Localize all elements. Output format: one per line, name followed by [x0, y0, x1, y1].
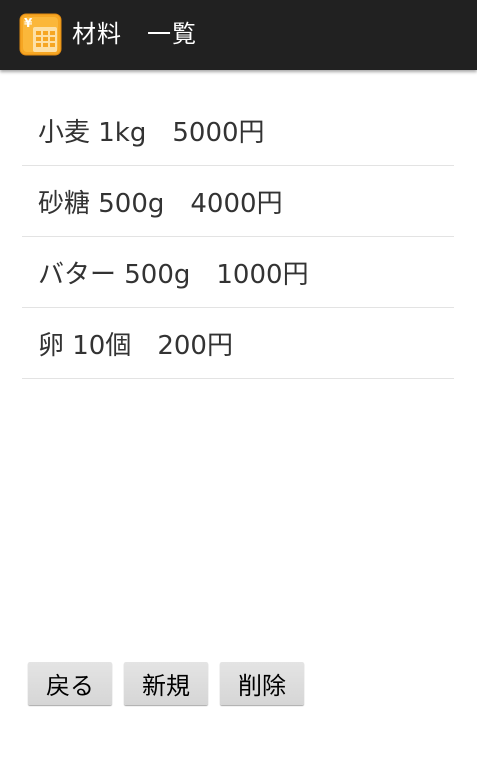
list-item[interactable]: 小麦 1kg 5000円 — [22, 95, 454, 166]
calculator-yen-icon: ¥ — [19, 13, 62, 56]
action-bar: ¥ 材料 一覧 — [0, 0, 477, 70]
list-item-label: 砂糖 500g 4000円 — [38, 188, 283, 219]
list-item-label: 小麦 1kg 5000円 — [38, 117, 265, 148]
list-item[interactable]: 砂糖 500g 4000円 — [22, 166, 454, 237]
list-item-label: バター 500g 1000円 — [38, 259, 309, 290]
list-item[interactable]: 卵 10個 200円 — [22, 308, 454, 379]
button-row: 戻る 新規 削除 — [28, 662, 304, 705]
list-item-label: 卵 10個 200円 — [38, 330, 233, 361]
new-button[interactable]: 新規 — [124, 662, 208, 705]
screen: ¥ 材料 一覧 小麦 1kg 5000円 砂糖 500g 4000円 バター 5… — [0, 0, 477, 760]
back-button[interactable]: 戻る — [28, 662, 112, 705]
svg-text:¥: ¥ — [24, 16, 33, 30]
delete-button[interactable]: 削除 — [220, 662, 304, 705]
page-title: 材料 一覧 — [72, 20, 197, 48]
material-list: 小麦 1kg 5000円 砂糖 500g 4000円 バター 500g 1000… — [22, 95, 454, 379]
list-item[interactable]: バター 500g 1000円 — [22, 237, 454, 308]
